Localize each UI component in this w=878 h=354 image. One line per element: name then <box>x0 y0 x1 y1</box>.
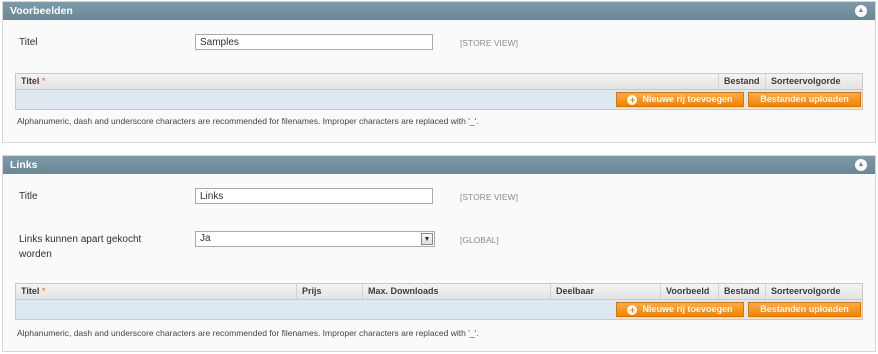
required-mark: * <box>41 286 46 296</box>
grid-col-file: Bestand <box>718 74 765 89</box>
links-filename-note: Alphanumeric, dash and underscore charac… <box>17 328 479 338</box>
samples-title-scope: [STORE VIEW] <box>460 38 518 48</box>
samples-grid: Titel * Bestand Sorteervolgorde + Nieuwe … <box>15 73 863 110</box>
links-title-label: Title <box>19 191 38 202</box>
links-purchase-label: Links kunnen apart gekocht worden <box>19 234 142 260</box>
grid-col-title: Titel * <box>21 286 46 296</box>
links-purchase-select[interactable]: Ja ▼ <box>195 231 435 247</box>
samples-upload-button[interactable]: Bestanden uploaden <box>748 92 861 107</box>
samples-section-header[interactable]: Voorbeelden ▲ <box>3 2 875 20</box>
collapse-up-icon[interactable]: ▲ <box>855 159 867 171</box>
grid-col-file: Bestand <box>718 284 765 299</box>
links-grid-header: Titel * Prijs Max. Downloads Deelbaar Vo… <box>15 283 863 300</box>
links-add-row-button[interactable]: + Nieuwe rij toevoegen <box>616 302 744 317</box>
samples-grid-header: Titel * Bestand Sorteervolgorde <box>15 73 863 90</box>
links-section-header[interactable]: Links ▲ <box>3 156 875 174</box>
samples-section-title: Voorbeelden <box>10 5 73 17</box>
collapse-up-icon[interactable]: ▲ <box>855 5 867 17</box>
grid-col-max-downloads: Max. Downloads <box>362 284 550 299</box>
grid-col-sample: Voorbeeld <box>660 284 718 299</box>
grid-col-shareable: Deelbaar <box>550 284 660 299</box>
links-section: Links ▲ Title [STORE VIEW] Links kunnen … <box>2 155 876 352</box>
links-section-title: Links <box>10 159 38 171</box>
plus-circle-icon: + <box>627 95 638 105</box>
grid-col-title: Titel * <box>21 76 46 86</box>
links-purchase-scope: [GLOBAL] <box>460 235 499 245</box>
links-purchase-value: Ja <box>200 233 211 244</box>
links-grid-body: + Nieuwe rij toevoegen Bestanden uploaden <box>15 300 863 320</box>
links-title-scope: [STORE VIEW] <box>460 192 518 202</box>
samples-grid-body: + Nieuwe rij toevoegen Bestanden uploaden <box>15 90 863 110</box>
required-mark: * <box>41 76 46 86</box>
samples-section: Voorbeelden ▲ Titel [STORE VIEW] Titel *… <box>2 1 876 143</box>
links-grid: Titel * Prijs Max. Downloads Deelbaar Vo… <box>15 283 863 320</box>
samples-filename-note: Alphanumeric, dash and underscore charac… <box>17 116 479 126</box>
samples-add-row-button[interactable]: + Nieuwe rij toevoegen <box>616 92 744 107</box>
grid-col-sort-order: Sorteervolgorde <box>765 74 862 89</box>
samples-title-label: Titel <box>19 37 38 48</box>
plus-circle-icon: + <box>627 305 638 315</box>
dropdown-arrow-icon[interactable]: ▼ <box>421 233 433 245</box>
links-upload-button[interactable]: Bestanden uploaden <box>748 302 861 317</box>
samples-title-input[interactable] <box>195 34 433 50</box>
grid-col-price: Prijs <box>296 284 362 299</box>
links-title-input[interactable] <box>195 188 433 204</box>
grid-col-sort-order: Sorteervolgorde <box>765 284 862 299</box>
